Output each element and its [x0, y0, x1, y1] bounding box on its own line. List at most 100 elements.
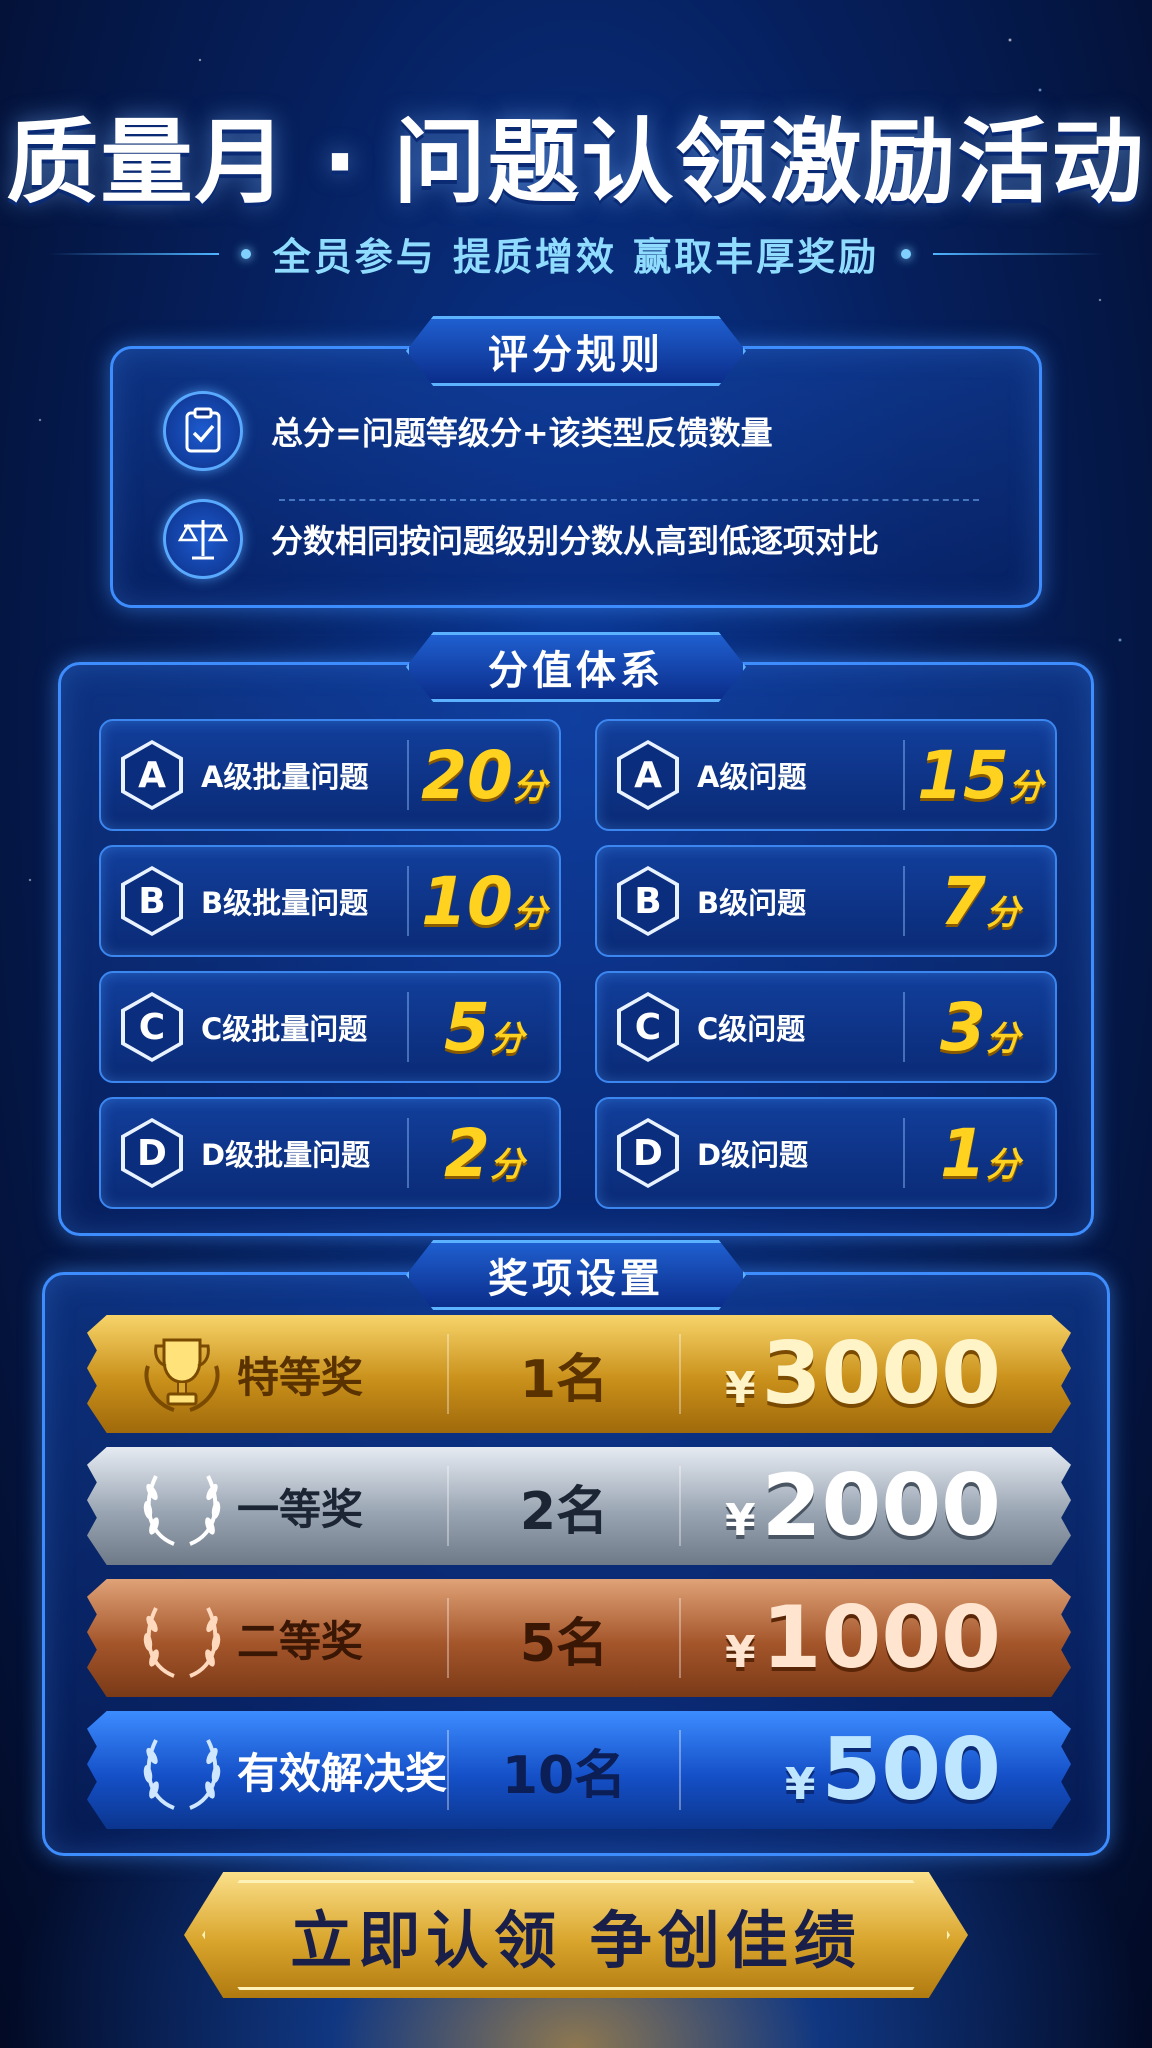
- currency-symbol: ¥: [725, 1363, 756, 1414]
- laurel-wreath-icon: [127, 1715, 237, 1825]
- subtitle-line-left: [48, 252, 219, 255]
- score-card-c-batch: C C级批量问题 5分: [99, 971, 561, 1083]
- grade-d-icon: D: [121, 1118, 183, 1188]
- award-prize: ¥2000: [701, 1456, 1071, 1556]
- grade-b-icon: B: [121, 866, 183, 936]
- award-divider: [679, 1730, 681, 1810]
- award-row-first: 一等奖 2名 ¥2000: [87, 1447, 1071, 1565]
- subtitle-row: 全员参与 提质增效 赢取丰厚奖励: [0, 226, 1152, 281]
- award-count: 1名: [519, 1349, 609, 1410]
- score-points: 15: [917, 736, 1009, 814]
- subtitle: 全员参与 提质增效 赢取丰厚奖励: [272, 235, 880, 279]
- score-card-b-batch: B B级批量问题 10分: [99, 845, 561, 957]
- award-prize: ¥3000: [701, 1324, 1071, 1424]
- clipboard-check-icon: [163, 391, 243, 471]
- award-name: 特等奖: [237, 1352, 364, 1402]
- award-row-second: 二等奖 5名 ¥1000: [87, 1579, 1071, 1697]
- currency-symbol: ¥: [784, 1759, 816, 1810]
- currency-symbol: ¥: [725, 1495, 756, 1546]
- award-amount: 500: [821, 1720, 1001, 1820]
- grade-letter: A: [621, 744, 675, 806]
- award-divider: [679, 1466, 681, 1546]
- rule-text: 总分=问题等级分+该类型反馈数量: [271, 414, 773, 452]
- score-unit: 分: [512, 766, 547, 807]
- laurel-wreath-icon: [127, 1583, 237, 1693]
- grade-letter: B: [621, 870, 675, 932]
- score-unit: 分: [985, 1144, 1020, 1185]
- score-label: A级批量问题: [201, 760, 369, 794]
- score-label: B级批量问题: [201, 886, 369, 920]
- score-unit: 分: [985, 1018, 1020, 1059]
- score-value: 10分: [409, 863, 559, 940]
- score-label: D级问题: [697, 1138, 809, 1172]
- score-label: A级问题: [697, 760, 807, 794]
- rule-text: 分数相同按问题级别分数从高到低逐项对比: [271, 522, 880, 560]
- award-amount: 1000: [761, 1588, 1001, 1688]
- award-divider: [447, 1730, 449, 1810]
- rules-heading: 评分规则: [406, 316, 746, 386]
- subtitle-line-right: [933, 252, 1104, 255]
- award-name: 有效解决奖: [237, 1748, 448, 1798]
- award-prize: ¥1000: [701, 1588, 1071, 1688]
- grade-a-icon: A: [617, 740, 679, 810]
- balance-scale-icon: [163, 499, 243, 579]
- score-points: 10: [421, 862, 513, 940]
- awards-heading: 奖项设置: [406, 1240, 746, 1310]
- score-label: C级问题: [697, 1012, 806, 1046]
- scores-heading: 分值体系: [406, 632, 746, 702]
- grade-c-icon: C: [121, 992, 183, 1062]
- score-value: 15分: [905, 737, 1055, 814]
- award-divider: [447, 1598, 449, 1678]
- score-card-d-batch: D D级批量问题 2分: [99, 1097, 561, 1209]
- award-count: 5名: [519, 1613, 609, 1674]
- score-points: 3: [940, 988, 986, 1066]
- award-count: 10名: [501, 1745, 627, 1806]
- grade-letter: D: [621, 1122, 675, 1184]
- score-card-d: D D级问题 1分: [595, 1097, 1057, 1209]
- score-points: 1: [940, 1114, 986, 1192]
- grade-letter: B: [125, 870, 179, 932]
- award-row-grand: 特等奖 1名 ¥3000: [87, 1315, 1071, 1433]
- claim-now-label: 立即认领 争创佳绩: [290, 1904, 862, 1977]
- score-unit: 分: [489, 1018, 524, 1059]
- award-name: 一等奖: [237, 1484, 364, 1534]
- grade-a-icon: A: [121, 740, 183, 810]
- grade-letter: D: [125, 1122, 179, 1184]
- trophy-icon: [127, 1319, 237, 1429]
- score-card-c: C C级问题 3分: [595, 971, 1057, 1083]
- score-unit: 分: [512, 892, 547, 933]
- award-divider: [447, 1466, 449, 1546]
- laurel-wreath-icon: [127, 1451, 237, 1561]
- grade-b-icon: B: [617, 866, 679, 936]
- award-divider: [447, 1334, 449, 1414]
- subtitle-dot-right: [901, 248, 912, 259]
- score-card-a-batch: A A级批量问题 20分: [99, 719, 561, 831]
- award-amount: 2000: [761, 1456, 1001, 1556]
- score-card-b: B B级问题 7分: [595, 845, 1057, 957]
- grade-letter: C: [125, 996, 179, 1058]
- award-name: 二等奖: [237, 1616, 364, 1666]
- score-points: 20: [421, 736, 513, 814]
- grade-d-icon: D: [617, 1118, 679, 1188]
- scores-panel: A A级批量问题 20分 B B级批量问题 10分 C C级批量问题 5分 D …: [58, 662, 1094, 1236]
- subtitle-dot-left: [240, 248, 251, 259]
- claim-now-button[interactable]: 立即认领 争创佳绩: [184, 1872, 968, 1998]
- score-value: 1分: [905, 1115, 1055, 1192]
- rule-item-total: 总分=问题等级分+该类型反馈数量: [163, 391, 773, 471]
- currency-symbol: ¥: [725, 1627, 756, 1678]
- score-unit: 分: [985, 892, 1020, 933]
- score-value: 5分: [409, 989, 559, 1066]
- score-label: B级问题: [697, 886, 807, 920]
- score-unit: 分: [489, 1144, 524, 1185]
- award-count: 2名: [519, 1481, 609, 1542]
- score-points: 5: [444, 988, 490, 1066]
- score-value: 20分: [409, 737, 559, 814]
- score-value: 2分: [409, 1115, 559, 1192]
- awards-panel: 特等奖 1名 ¥3000 一等奖 2名 ¥2000 二等奖 5名 ¥1000 有…: [42, 1272, 1110, 1856]
- page-title: 质量月 · 问题认领激励活动: [6, 109, 1146, 216]
- grade-c-icon: C: [617, 992, 679, 1062]
- rule-item-tiebreak: 分数相同按问题级别分数从高到低逐项对比: [163, 499, 879, 579]
- award-amount: 3000: [761, 1324, 1001, 1424]
- award-divider: [679, 1598, 681, 1678]
- award-row-effective: 有效解决奖 10名 ¥500: [87, 1711, 1071, 1829]
